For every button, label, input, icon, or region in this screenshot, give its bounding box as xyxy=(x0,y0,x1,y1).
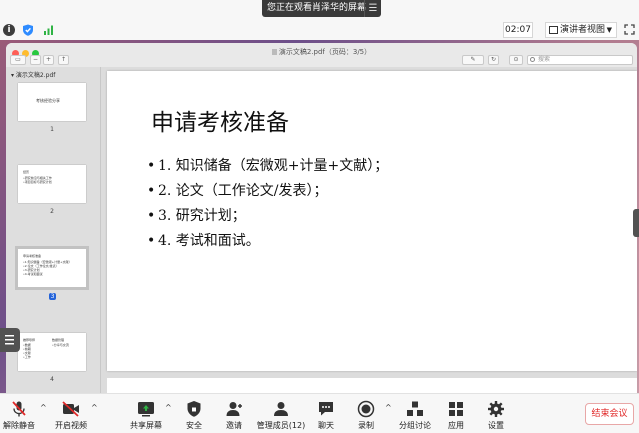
shield-icon xyxy=(187,401,201,417)
annotate-icon[interactable]: ⊙ xyxy=(509,55,523,65)
chevron-down-icon: ▼ xyxy=(606,26,612,34)
meeting-toolbar: 解除静音 ^ 开启视频 ^ 共享屏幕 ^ 安全 邀请 管理成员(12) 聊天 录… xyxy=(0,393,639,433)
breakout-rooms-button[interactable]: 分组讨论 xyxy=(396,396,434,432)
settings-button[interactable]: 设置 xyxy=(480,396,512,432)
sidebar-toggle-button[interactable]: ▭ xyxy=(10,55,26,65)
signal-strength-icon xyxy=(44,25,53,35)
bullet-item: • 4. 考试和面试。 xyxy=(147,233,260,249)
participants-label: 管理成员(12) xyxy=(256,421,306,430)
fullscreen-icon[interactable] xyxy=(624,24,635,35)
page-number-3: 3 xyxy=(49,293,56,300)
unmute-button[interactable]: 解除静音 xyxy=(0,396,38,432)
invite-label: 邀请 xyxy=(226,421,242,430)
security-button[interactable]: 安全 xyxy=(178,396,210,432)
list-icon xyxy=(5,335,14,345)
bullet-item: • 1. 知识储备（宏微观+计量+文献）； xyxy=(147,158,389,174)
search-input[interactable]: 搜索 xyxy=(527,55,633,65)
video-options-caret[interactable]: ^ xyxy=(91,403,98,412)
menu-icon[interactable]: ☰ xyxy=(364,0,381,17)
zoom-in-button[interactable]: + xyxy=(43,55,54,65)
pdf-icon xyxy=(271,49,277,55)
side-panel-tab[interactable] xyxy=(633,209,639,237)
invite-button[interactable]: 邀请 xyxy=(218,396,250,432)
share-icon[interactable]: ↑ xyxy=(58,55,69,65)
muted-microphone-icon xyxy=(12,401,26,417)
start-video-button[interactable]: 开启视频 xyxy=(52,396,90,432)
gear-icon xyxy=(488,401,504,417)
viewing-banner-text: 您正在观看肖泽华的屏幕 xyxy=(267,3,367,13)
window-titlebar: 演示文稿2.pdf（页码：3/5） ▭ − + ↑ ✎ ↻ ⊙ 搜索 xyxy=(6,43,637,67)
annotation-panel-handle[interactable] xyxy=(0,328,20,352)
apps-label: 应用 xyxy=(448,421,464,430)
page-thumbnail-3[interactable]: 申请考核准备 •1.知识储备（宏微观+计量+文献） •2.论文（工作论文/发表）… xyxy=(15,246,89,290)
info-icon[interactable]: i xyxy=(3,24,15,36)
page-thumbnail-4[interactable]: 推荐导师 •数据 •前期 •文献 •工作 数据管理 •分享与交流 xyxy=(18,333,86,371)
sidebar-file-name: ▾ 演示文稿2.pdf xyxy=(11,72,56,79)
share-screen-label: 共享屏幕 xyxy=(130,421,162,430)
shield-icon[interactable] xyxy=(22,24,34,36)
pdf-page: 申请考核准备 • 1. 知识储备（宏微观+计量+文献）； • 2. 论文（工作论文/… xyxy=(107,71,637,371)
rotate-icon[interactable]: ↻ xyxy=(488,55,499,65)
chat-icon xyxy=(319,402,333,416)
view-mode-button[interactable]: 演讲者视图 ▼ xyxy=(545,22,617,38)
share-options-caret[interactable]: ^ xyxy=(165,403,172,412)
page-number-4: 4 xyxy=(50,376,54,383)
slide-bullet-list: • 1. 知识储备（宏微观+计量+文献）； • 2. 论文（工作论文/发表）； • 3… xyxy=(147,155,388,255)
page-thumbnail-1[interactable]: 考核经验分享 xyxy=(18,83,86,121)
add-person-icon xyxy=(226,402,242,416)
start-video-label: 开启视频 xyxy=(55,421,87,430)
settings-label: 设置 xyxy=(488,421,504,430)
view-mode-label: 演讲者视图 xyxy=(560,25,606,35)
next-pdf-page xyxy=(107,378,637,393)
video-off-icon xyxy=(62,401,79,417)
page-thumbnail-2[interactable]: 经历 •研究前沿与相关工作 •项目目标与研究计划 xyxy=(18,165,86,203)
chat-label: 聊天 xyxy=(318,421,334,430)
record-icon xyxy=(357,400,375,418)
apps-icon xyxy=(449,402,463,416)
breakout-rooms-icon xyxy=(407,401,423,416)
document-view[interactable]: 申请考核准备 • 1. 知识储备（宏微观+计量+文献）； • 2. 论文（工作论文/… xyxy=(101,67,637,393)
preview-window: 演示文稿2.pdf（页码：3/5） ▭ − + ↑ ✎ ↻ ⊙ 搜索 ▾ 演示文… xyxy=(6,43,637,393)
markup-button[interactable]: ✎ xyxy=(462,55,484,65)
shared-screen: 演示文稿2.pdf（页码：3/5） ▭ − + ↑ ✎ ↻ ⊙ 搜索 ▾ 演示文… xyxy=(0,40,639,393)
participants-icon xyxy=(274,402,288,416)
slide-title: 申请考核准备 xyxy=(151,110,289,136)
zoom-out-button[interactable]: − xyxy=(30,55,41,65)
speaker-view-icon xyxy=(549,26,558,34)
viewing-banner[interactable]: 您正在观看肖泽华的屏幕 ☰ xyxy=(262,0,381,17)
audio-options-caret[interactable]: ^ xyxy=(40,403,47,412)
record-label: 录制 xyxy=(358,421,374,430)
share-screen-icon xyxy=(138,402,154,417)
thumbnail-sidebar: ▾ 演示文稿2.pdf 考核经验分享 1 经历 •研究前沿与相关工作 •项目目标… xyxy=(6,67,101,393)
security-label: 安全 xyxy=(186,421,202,430)
end-meeting-button[interactable]: 结束会议 xyxy=(585,403,634,425)
page-number-1: 1 xyxy=(50,126,54,133)
chat-button[interactable]: 聊天 xyxy=(310,396,342,432)
record-button[interactable]: 录制 xyxy=(350,396,382,432)
record-options-caret[interactable]: ^ xyxy=(385,403,392,412)
search-icon xyxy=(530,57,535,62)
bullet-item: • 3. 研究计划； xyxy=(147,208,246,224)
apps-button[interactable]: 应用 xyxy=(440,396,472,432)
bullet-item: • 2. 论文（工作论文/发表）； xyxy=(147,183,328,199)
unmute-label: 解除静音 xyxy=(3,421,35,430)
page-number-2: 2 xyxy=(50,208,54,215)
meeting-timer: 02:07 xyxy=(503,22,533,38)
participants-button[interactable]: 管理成员(12) xyxy=(256,396,306,432)
share-screen-button[interactable]: 共享屏幕 xyxy=(127,396,165,432)
breakout-rooms-label: 分组讨论 xyxy=(399,421,431,430)
meeting-topbar: 您正在观看肖泽华的屏幕 ☰ i 02:07 演讲者视图 ▼ xyxy=(0,0,639,40)
